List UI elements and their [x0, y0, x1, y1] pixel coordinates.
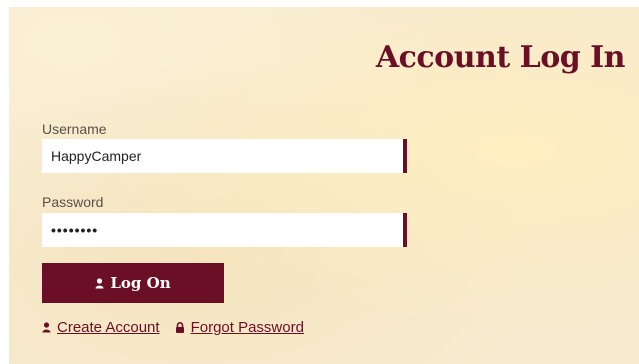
username-input[interactable] — [42, 139, 403, 173]
create-account-label: Create Account — [57, 319, 160, 336]
forgot-password-link[interactable]: Forgot Password — [175, 319, 304, 336]
password-field-wrapper — [42, 213, 407, 247]
account-links: Create Account Forgot Password — [42, 319, 304, 336]
log-on-button[interactable]: Log On — [42, 263, 224, 303]
user-icon — [42, 322, 51, 333]
username-field-wrapper — [42, 139, 407, 173]
forgot-password-label: Forgot Password — [190, 319, 304, 336]
login-panel: Account Log In Username Password Log On … — [9, 7, 639, 364]
lock-icon — [175, 322, 185, 333]
user-icon — [95, 277, 104, 289]
password-input[interactable] — [42, 213, 403, 247]
username-label: Username — [42, 121, 107, 137]
page-title: Account Log In — [375, 40, 626, 75]
create-account-link[interactable]: Create Account — [42, 319, 160, 336]
log-on-button-label: Log On — [110, 274, 171, 292]
password-label: Password — [42, 194, 104, 210]
